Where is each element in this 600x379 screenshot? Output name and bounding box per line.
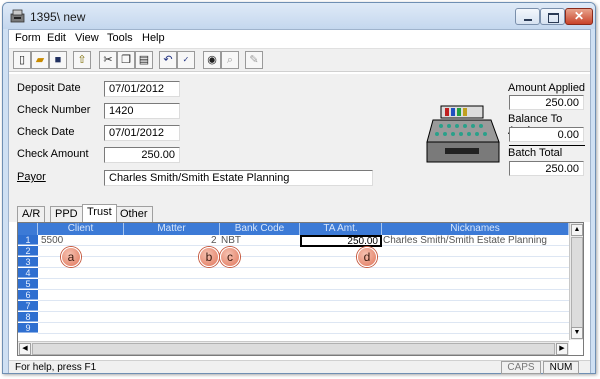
minimize-button[interactable]	[515, 8, 540, 25]
save-icon[interactable]: ■	[49, 51, 67, 69]
find-icon[interactable]: ◉	[203, 51, 221, 69]
callout-c: c	[220, 247, 240, 267]
undo-icon[interactable]: ↶	[159, 51, 177, 69]
row-number[interactable]: 6	[18, 290, 38, 300]
amount-applied-label: Amount Applied	[508, 82, 586, 94]
tab-other[interactable]: Other	[115, 206, 153, 222]
deposit-form: Deposit Date 07/01/2012 Check Number 142…	[9, 74, 590, 204]
column-header-nicknames[interactable]: Nicknames	[382, 223, 569, 235]
sign-icon[interactable]: ✎	[245, 51, 263, 69]
menu-bar: Form Edit View Tools Help	[9, 30, 590, 46]
row-number[interactable]: 5	[18, 279, 38, 289]
paste-icon[interactable]: ▤	[135, 51, 153, 69]
cell-client[interactable]: 5500	[41, 235, 63, 246]
cell-ta-amt-edit[interactable]: 250.00	[300, 235, 382, 247]
tab-ar[interactable]: A/R	[17, 206, 46, 222]
title-bar[interactable]: 1395\ new ✕	[3, 3, 595, 29]
callout-d: d	[357, 247, 377, 267]
cell-bank-code[interactable]: NBT	[221, 235, 241, 246]
row-number[interactable]: 3	[18, 257, 38, 267]
row-divider	[38, 300, 569, 301]
check-amount-label: Check Amount	[17, 148, 89, 160]
toolbar: ▯ ▰ ■ ⇧ ✂ ❐ ▤ ↶ ✓ ◉ ⌕ ✎	[9, 48, 590, 72]
scroll-down-icon[interactable]: ▼	[571, 327, 583, 339]
cut-icon[interactable]: ✂	[99, 51, 117, 69]
status-help-text: For help, press F1	[15, 362, 97, 373]
check-date-label: Check Date	[17, 126, 75, 138]
row-divider	[38, 311, 569, 312]
menu-form[interactable]: Form	[15, 32, 41, 44]
row-number[interactable]: 4	[18, 268, 38, 278]
find-next-icon[interactable]: ⌕	[221, 51, 239, 69]
check-number-label: Check Number	[17, 104, 91, 116]
app-logo-icon	[10, 9, 25, 23]
vertical-scroll-thumb[interactable]	[571, 237, 583, 334]
deposit-date-field[interactable]: 07/01/2012	[104, 81, 180, 97]
status-bar: For help, press F1 CAPS NUM	[9, 360, 590, 374]
check-number-field[interactable]: 1420	[104, 103, 180, 119]
row-divider	[38, 322, 569, 323]
cash-register-icon	[426, 105, 500, 163]
vertical-scrollbar[interactable]: ▲ ▼	[569, 223, 583, 340]
menu-edit[interactable]: Edit	[47, 32, 66, 44]
tab-strip: A/R PPD Trust Other	[9, 204, 590, 222]
balance-to-apply-value: 0.00	[509, 127, 584, 142]
row-divider	[38, 278, 569, 279]
row-number[interactable]: 7	[18, 301, 38, 311]
batch-total-value: 250.00	[509, 161, 584, 176]
scroll-up-icon[interactable]: ▲	[571, 224, 583, 236]
callout-a: a	[61, 247, 81, 267]
copy-icon[interactable]: ❐	[117, 51, 135, 69]
export-icon[interactable]: ⇧	[73, 51, 91, 69]
horizontal-scroll-thumb[interactable]	[32, 343, 555, 355]
check-date-field[interactable]: 07/01/2012	[104, 125, 180, 141]
row-divider	[38, 267, 569, 268]
tab-trust[interactable]: Trust	[82, 204, 117, 222]
maximize-button[interactable]	[540, 8, 565, 25]
row-number[interactable]: 1	[18, 235, 38, 245]
callout-b: b	[199, 247, 219, 267]
cell-nicknames[interactable]: Charles Smith/Smith Estate Planning	[383, 235, 547, 246]
scroll-left-icon[interactable]: ◀	[19, 343, 31, 355]
horizontal-scrollbar[interactable]: ◀ ▶	[18, 341, 569, 355]
cell-matter[interactable]: 2	[211, 235, 217, 246]
column-header-ta-amt[interactable]: TA Amt.	[300, 223, 382, 235]
deposit-date-label-text: Deposit Date	[17, 82, 81, 94]
column-header-matter[interactable]: Matter	[124, 223, 220, 235]
spell-check-icon[interactable]: ✓	[177, 51, 195, 69]
scroll-right-icon[interactable]: ▶	[556, 343, 568, 355]
column-header-bank-code[interactable]: Bank Code	[220, 223, 300, 235]
deposit-date-label: Deposit Date	[17, 82, 81, 94]
new-document-icon[interactable]: ▯	[13, 51, 31, 69]
caps-indicator: CAPS	[501, 361, 541, 374]
column-header-client[interactable]: Client	[38, 223, 124, 235]
row-number[interactable]: 9	[18, 323, 38, 333]
row-divider	[38, 333, 569, 334]
batch-total-divider	[509, 145, 585, 146]
amount-applied-value: 250.00	[509, 95, 584, 110]
window-title: 1395\ new	[30, 10, 86, 24]
row-header-corner	[18, 223, 38, 235]
menu-view[interactable]: View	[75, 32, 99, 44]
check-amount-field[interactable]: 250.00	[104, 147, 180, 163]
batch-total-label: Batch Total	[508, 147, 563, 159]
num-indicator: NUM	[543, 361, 579, 374]
row-number[interactable]: 2	[18, 246, 38, 256]
row-divider	[38, 289, 569, 290]
menu-tools[interactable]: Tools	[107, 32, 133, 44]
row-divider	[38, 256, 569, 257]
close-button[interactable]: ✕	[565, 8, 593, 25]
client-area: Form Edit View Tools Help ▯ ▰ ■ ⇧ ✂ ❐ ▤ …	[8, 29, 591, 374]
payor-field[interactable]: Charles Smith/Smith Estate Planning	[104, 170, 373, 186]
row-number[interactable]: 8	[18, 312, 38, 322]
trust-grid: Client Matter Bank Code TA Amt. Nickname…	[17, 222, 584, 356]
close-icon: ✕	[573, 9, 585, 23]
tab-ppd[interactable]: PPD	[50, 206, 83, 222]
menu-help[interactable]: Help	[142, 32, 165, 44]
open-folder-icon[interactable]: ▰	[31, 51, 49, 69]
payor-label: Payor	[17, 171, 46, 183]
app-window: 1395\ new ✕ Form Edit View Tools Help ▯ …	[2, 2, 596, 374]
